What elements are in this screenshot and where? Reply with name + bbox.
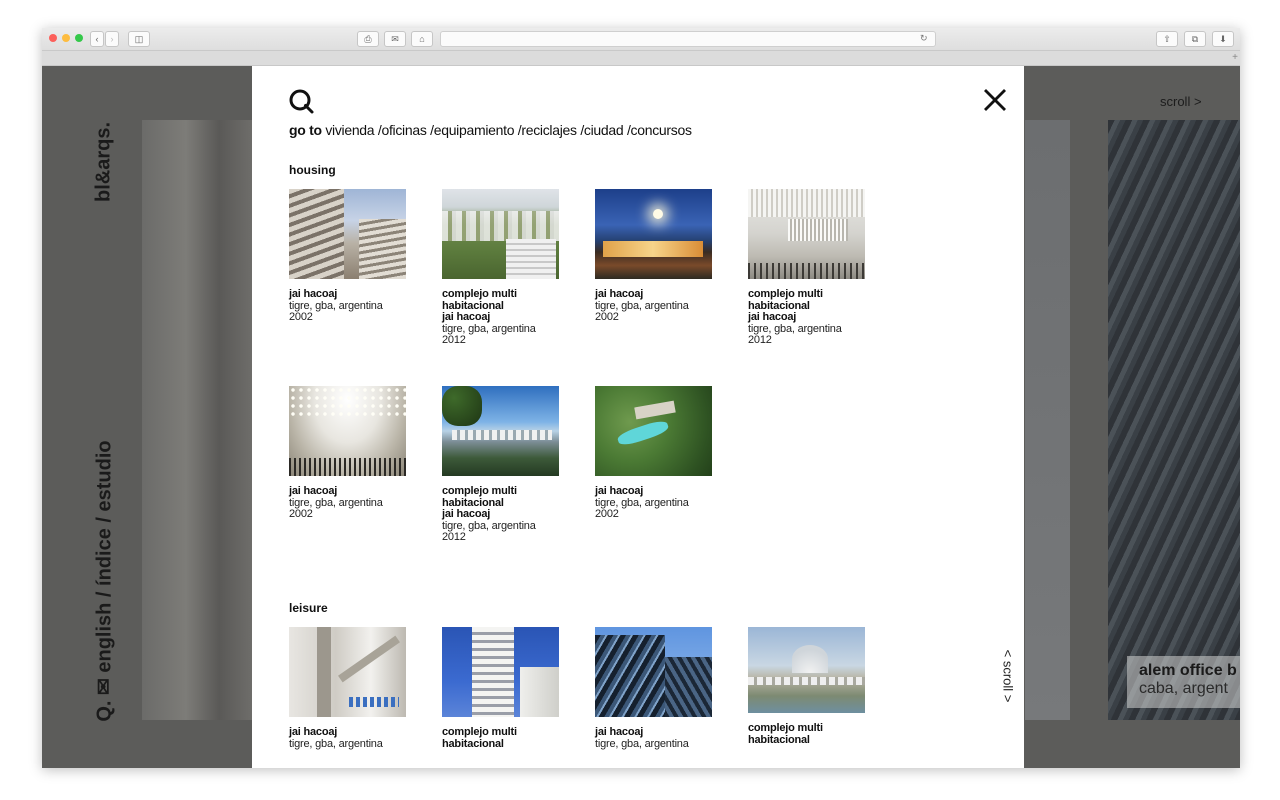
project-year: 2002 <box>595 311 619 323</box>
project-title: complejo multi <box>442 288 517 300</box>
new-tab-icon[interactable]: + <box>1232 51 1238 65</box>
project-card[interactable]: complejo multi habitacional jai hacoaj t… <box>748 189 866 347</box>
address-bar[interactable] <box>440 31 936 47</box>
project-thumbnail[interactable] <box>748 627 865 713</box>
project-title: alem office b <box>1139 662 1237 679</box>
close-window-button[interactable] <box>49 34 57 42</box>
share-icon[interactable]: ⇧ <box>1156 31 1178 47</box>
minimize-window-button[interactable] <box>62 34 70 42</box>
browser-window: ‹ › ◫ ⎙ ✉ ⌂ ↻ ⇧ ⧉ ⬇ + bl&arqs. Q. ✉ engl… <box>42 28 1240 768</box>
project-year: 2012 <box>748 334 772 346</box>
site-nav-text: Q. ✉ english / índice / estudio <box>93 440 116 722</box>
project-thumbnail[interactable] <box>595 627 712 717</box>
tab-strip: + <box>42 51 1240 66</box>
project-thumbnail[interactable] <box>442 189 559 279</box>
project-year: 2012 <box>442 531 466 543</box>
goto-link-equipamiento[interactable]: equipamiento / <box>434 122 522 138</box>
project-card[interactable]: jai hacoaj tigre, gba, argentina <box>595 627 713 750</box>
project-year: 2002 <box>289 311 313 323</box>
project-card[interactable]: complejo multi habitacional <box>442 627 560 750</box>
home-icon[interactable]: ⌂ <box>411 31 433 47</box>
project-title: complejo multi <box>748 288 823 300</box>
project-thumbnail[interactable] <box>595 189 712 279</box>
project-year: 2002 <box>289 508 313 520</box>
forward-icon[interactable]: › <box>105 31 119 47</box>
site-logo[interactable]: bl&arqs. <box>90 122 118 202</box>
project-title: habitacional <box>442 737 504 750</box>
modal-scroll-link[interactable]: < scroll > <box>988 646 1024 706</box>
project-title: jai hacoaj <box>595 485 644 497</box>
goto-label: go to <box>289 122 322 138</box>
project-title: jai hacoaj <box>289 726 338 738</box>
project-title: jai hacoaj <box>289 485 338 497</box>
project-thumbnail[interactable] <box>289 627 406 717</box>
sidebar-icon[interactable]: ◫ <box>128 31 150 47</box>
project-title: habitacional <box>748 733 810 746</box>
project-card[interactable]: jai hacoaj tigre, gba, argentina 2002 <box>289 386 407 521</box>
project-card[interactable]: complejo multi habitacional <box>748 627 866 746</box>
index-modal: go to vivienda /oficinas /equipamiento /… <box>252 66 1024 768</box>
project-title: complejo multi <box>442 485 517 497</box>
close-icon[interactable] <box>983 88 1007 112</box>
project-title: complejo multi <box>748 722 823 734</box>
background-scroll-link[interactable]: scroll > <box>1160 94 1202 109</box>
project-card[interactable]: jai hacoaj tigre, gba, argentina <box>289 627 407 750</box>
goto-nav: go to vivienda /oficinas /equipamiento /… <box>289 122 692 138</box>
background-photo-middle <box>1025 120 1070 720</box>
background-project-caption[interactable]: alem office b caba, argent <box>1127 656 1240 708</box>
background-photo-right <box>1108 120 1240 720</box>
section-title-housing: housing <box>289 163 336 177</box>
goto-link-ciudad[interactable]: ciudad / <box>584 122 631 138</box>
project-card[interactable]: jai hacoaj tigre, gba, argentina 2002 <box>595 189 713 324</box>
goto-link-reciclajes[interactable]: reciclajes / <box>521 122 584 138</box>
project-location: tigre, gba, argentina <box>289 737 383 750</box>
project-location: caba, argent <box>1139 680 1228 697</box>
project-title: jai hacoaj <box>442 508 491 520</box>
back-icon[interactable]: ‹ <box>90 31 104 47</box>
section-title-leisure: leisure <box>289 601 328 615</box>
goto-link-oficinas[interactable]: oficinas / <box>381 122 434 138</box>
page-viewport: bl&arqs. Q. ✉ english / índice / estudio… <box>42 66 1240 768</box>
goto-link-vivienda[interactable]: vivienda / <box>325 122 381 138</box>
zoom-window-button[interactable] <box>75 34 83 42</box>
project-title: jai hacoaj <box>289 288 338 300</box>
modal-scroll-label: < scroll > <box>1000 649 1016 703</box>
background-photo-left <box>142 120 252 720</box>
tabs-icon[interactable]: ⧉ <box>1184 31 1206 47</box>
project-thumbnail[interactable] <box>442 627 559 717</box>
project-card[interactable]: complejo multi habitacional jai hacoaj t… <box>442 189 560 347</box>
search-icon[interactable] <box>289 89 315 120</box>
mail-icon[interactable]: ✉ <box>384 31 406 47</box>
site-logo-text: bl&arqs. <box>92 121 115 203</box>
project-card[interactable]: jai hacoaj tigre, gba, argentina 2002 <box>289 189 407 324</box>
project-year: 2002 <box>595 508 619 520</box>
project-card[interactable]: jai hacoaj tigre, gba, argentina 2002 <box>595 386 713 521</box>
goto-link-concursos[interactable]: concursos <box>631 122 692 138</box>
project-location: tigre, gba, argentina <box>595 737 689 750</box>
browser-toolbar: ‹ › ◫ ⎙ ✉ ⌂ ↻ ⇧ ⧉ ⬇ <box>42 28 1240 51</box>
project-title: jai hacoaj <box>595 726 644 738</box>
project-title: jai hacoaj <box>442 311 491 323</box>
project-year: 2012 <box>442 334 466 346</box>
project-title: complejo multi <box>442 726 517 738</box>
project-thumbnail[interactable] <box>748 189 865 279</box>
project-thumbnail[interactable] <box>595 386 712 476</box>
project-title: jai hacoaj <box>748 311 797 323</box>
site-nav[interactable]: Q. ✉ english / índice / estudio <box>90 436 118 726</box>
download-icon[interactable]: ⬇ <box>1212 31 1234 47</box>
project-card[interactable]: complejo multi habitacional jai hacoaj t… <box>442 386 560 544</box>
print-icon[interactable]: ⎙ <box>357 31 379 47</box>
project-thumbnail[interactable] <box>289 189 406 279</box>
project-thumbnail[interactable] <box>289 386 406 476</box>
project-title: jai hacoaj <box>595 288 644 300</box>
project-thumbnail[interactable] <box>442 386 559 476</box>
